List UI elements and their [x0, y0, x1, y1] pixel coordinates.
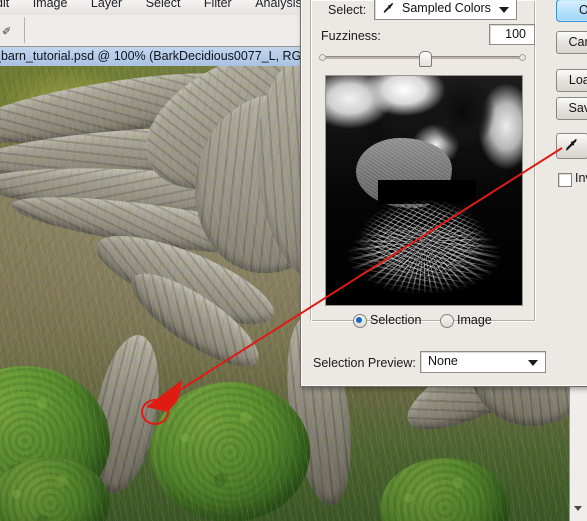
- preview-mode-radio-group: Selection Image: [353, 313, 523, 329]
- menu-item-layer[interactable]: Layer: [81, 0, 132, 10]
- select-label: Select:: [328, 3, 367, 17]
- radio-selection-label: Selection: [370, 313, 422, 327]
- slider-max-tick-icon: [519, 54, 526, 61]
- fuzziness-slider[interactable]: [319, 51, 526, 67]
- eyedropper-icon: [383, 3, 394, 14]
- radio-image[interactable]: [440, 314, 454, 328]
- fuzziness-value: 100: [505, 27, 526, 41]
- scroll-down-arrow-icon[interactable]: [574, 506, 582, 511]
- photoshop-screenshot: dit Image Layer Select Filter Analysis V…: [0, 0, 587, 521]
- photo-sample-point-circle: [141, 399, 169, 425]
- select-dropdown[interactable]: Sampled Colors: [374, 0, 517, 20]
- eyedropper-icon: ✐: [2, 26, 12, 38]
- chevron-down-icon: [528, 360, 538, 366]
- cancel-button[interactable]: Cancel: [556, 31, 587, 54]
- invert-checkbox[interactable]: [558, 173, 572, 187]
- fuzziness-label: Fuzziness:: [321, 29, 381, 43]
- mask-preview-root-texture: [344, 226, 504, 302]
- ok-button[interactable]: OK: [556, 0, 587, 22]
- menu-item-edit[interactable]: dit: [0, 0, 19, 10]
- document-tab-title: _barn_tutorial.psd @ 100% (BarkDecidious…: [0, 49, 321, 63]
- active-tool-slot[interactable]: ✐: [0, 17, 25, 43]
- color-range-dialog: Select: Sampled Colors Fuzziness: 100 Se…: [300, 0, 587, 387]
- menu-item-select[interactable]: Select: [136, 0, 191, 10]
- invert-label: Invert: [575, 171, 587, 185]
- fuzziness-input[interactable]: 100: [489, 24, 535, 45]
- radio-selection[interactable]: [353, 314, 367, 328]
- eyedropper-tool-button[interactable]: [556, 133, 587, 159]
- slider-min-tick-icon: [319, 54, 326, 61]
- eyedropper-icon: [565, 139, 578, 151]
- selection-preview-dropdown[interactable]: None: [420, 351, 546, 373]
- slider-handle[interactable]: [419, 51, 432, 67]
- selection-preview-label: Selection Preview:: [313, 356, 416, 370]
- menu-item-image[interactable]: Image: [23, 0, 78, 10]
- save-button[interactable]: Save...: [556, 97, 587, 120]
- load-button[interactable]: Load...: [556, 69, 587, 92]
- chevron-down-icon: [499, 7, 509, 13]
- menu-item-filter[interactable]: Filter: [194, 0, 242, 10]
- selection-preview-value: None: [428, 354, 458, 368]
- select-dropdown-value: Sampled Colors: [402, 1, 491, 15]
- radio-image-label: Image: [457, 313, 492, 327]
- mask-preview-thumbnail[interactable]: [325, 75, 523, 306]
